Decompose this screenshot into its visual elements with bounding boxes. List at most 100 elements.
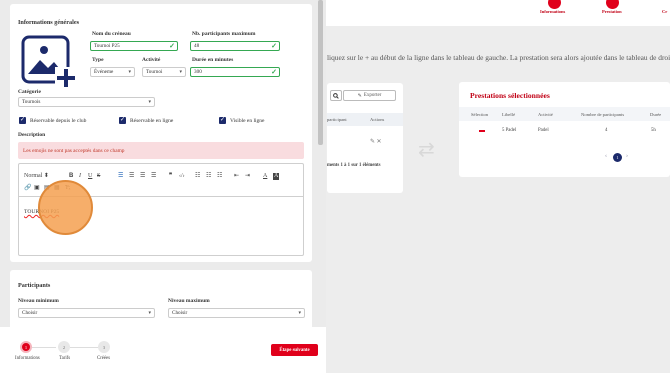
min-level-select[interactable]: Choisir ▾ xyxy=(18,308,155,318)
bookable-club-label: Réservable depuis le club xyxy=(30,117,87,124)
transfer-arrows-icon: ⇄ xyxy=(418,139,435,161)
code-icon[interactable]: ‹/› xyxy=(179,173,185,180)
add-image-icon xyxy=(21,35,77,89)
checkbox-checked-icon: ✓ xyxy=(19,117,26,124)
duration-value: 300 xyxy=(194,69,202,75)
bookable-club-checkbox[interactable]: ✓ Réservable depuis le club xyxy=(19,117,86,124)
search-icon xyxy=(333,92,339,99)
type-value: Événeme xyxy=(94,69,114,75)
activity-label: Activité xyxy=(142,57,161,63)
duration-label: Durée en minutes xyxy=(192,57,234,63)
description-label: Description xyxy=(18,132,46,138)
bg-step-label-1: Informations xyxy=(540,9,566,14)
row-action-icons[interactable]: ✎ ✕ xyxy=(370,138,382,145)
th-duree: Durée xyxy=(650,112,662,117)
background-color-icon[interactable]: A xyxy=(273,173,280,180)
td-participants: 4 xyxy=(605,128,608,133)
step-2-label: Tarifs xyxy=(59,356,71,361)
activity-select[interactable]: Tournoi ▾ xyxy=(142,67,186,77)
bg-step-dot-2 xyxy=(606,0,619,9)
participants-title: Participants xyxy=(18,282,51,289)
category-value: Tournois xyxy=(22,99,41,105)
search-button[interactable] xyxy=(330,90,342,101)
text-color-icon[interactable]: A xyxy=(263,173,267,180)
step-1-label: Informations xyxy=(15,356,40,361)
td-libelle: 5 Padel xyxy=(502,128,517,133)
description-error: Les emojis ne sont pas acceptés dans ce … xyxy=(18,142,304,159)
align-left-icon[interactable]: ☰ xyxy=(118,173,123,180)
min-level-value: Choisir xyxy=(22,310,38,316)
export-button[interactable]: ✎ Exporter xyxy=(343,90,396,101)
right-table-header xyxy=(459,107,670,121)
type-label: Type xyxy=(92,57,104,63)
type-select[interactable]: Événeme ▾ xyxy=(90,67,135,77)
step-1-circle[interactable]: 1 xyxy=(20,341,32,353)
indent-icon[interactable]: ⇥ xyxy=(245,173,250,180)
max-level-value: Choisir xyxy=(172,310,188,316)
bg-step-label-3: Cr xyxy=(662,9,668,14)
chevron-down-icon: ▾ xyxy=(179,70,182,75)
image-icon[interactable]: ▣ xyxy=(34,185,40,192)
export-label: Exporter xyxy=(363,93,382,98)
drawer-scrollbar[interactable] xyxy=(318,0,323,145)
visible-online-checkbox[interactable]: ✓ Visible en ligne xyxy=(219,117,265,124)
bookable-online-checkbox[interactable]: ✓ Réservable en ligne xyxy=(119,117,173,124)
selected-services-card: Prestations sélectionnées Sélection Libe… xyxy=(459,82,670,177)
link-icon[interactable]: 🔗 xyxy=(24,185,31,192)
participants-card: Participants Niveau minimum Choisir ▾ Ni… xyxy=(10,270,312,330)
chevron-down-icon: ▾ xyxy=(128,70,131,75)
outdent-icon[interactable]: ⇤ xyxy=(234,173,239,180)
step-3-circle[interactable]: 3 xyxy=(98,341,110,353)
max-participants-label: Nb. participants maximum xyxy=(192,31,256,37)
td-activite: Padel xyxy=(538,128,549,133)
remove-row-button[interactable] xyxy=(479,130,485,132)
max-participants-input[interactable]: 48 ✓ xyxy=(190,41,280,51)
step-3-label: Créées xyxy=(97,356,111,361)
bullet-list-icon[interactable]: ☷ xyxy=(206,173,211,180)
activity-value: Tournoi xyxy=(146,69,163,75)
duration-input[interactable]: 300 ✓ xyxy=(190,67,280,77)
quote-icon[interactable]: ❞ xyxy=(169,173,172,180)
chevron-down-icon: ▾ xyxy=(148,311,151,316)
format-select[interactable]: Normal ⬍ xyxy=(24,173,49,180)
underline-icon[interactable]: U xyxy=(88,173,92,180)
align-justify-icon[interactable]: ☰ xyxy=(151,173,156,180)
category-label: Catégorie xyxy=(18,89,41,95)
max-level-select[interactable]: Choisir ▾ xyxy=(168,308,305,318)
creation-drawer: Informations générales Nom du créneau To… xyxy=(0,0,326,373)
align-center-icon[interactable]: ☰ xyxy=(129,173,134,180)
bookable-online-label: Réservable en ligne xyxy=(130,117,174,124)
chevron-down-icon: ▾ xyxy=(148,100,151,105)
th-selection: Sélection xyxy=(471,112,489,117)
pager-page[interactable]: 1 xyxy=(613,153,622,162)
click-cursor-indicator xyxy=(38,180,93,235)
category-select[interactable]: Tournois ▾ xyxy=(18,97,155,107)
left-table-footer: ments 1 à 1 sur 1 éléments xyxy=(327,163,381,168)
ordered-list-icon[interactable]: ☷ xyxy=(195,173,200,180)
strike-icon[interactable]: S xyxy=(97,173,100,180)
italic-icon[interactable]: I xyxy=(79,173,81,180)
next-step-button[interactable]: Étape suivante xyxy=(271,344,318,356)
step-2-circle[interactable]: 2 xyxy=(58,341,70,353)
checkbox-checked-icon: ✓ xyxy=(119,117,126,124)
visible-online-label: Visible en ligne xyxy=(230,117,265,124)
slot-name-label: Nom du créneau xyxy=(92,31,131,37)
max-level-label: Niveau maximum xyxy=(168,298,210,304)
slot-name-input[interactable]: Tournoi P25 ✓ xyxy=(90,41,178,51)
stepper-line xyxy=(32,347,56,348)
general-info-title: Informations générales xyxy=(18,19,80,26)
export-icon: ✎ xyxy=(357,93,362,99)
pager-next-icon[interactable]: › xyxy=(626,153,628,159)
pager-prev-icon[interactable]: ‹ xyxy=(605,153,607,159)
valid-check-icon: ✓ xyxy=(271,68,277,76)
valid-check-icon: ✓ xyxy=(271,42,277,50)
checklist-icon[interactable]: ☷ xyxy=(217,173,222,180)
td-duree: 5h xyxy=(651,128,656,133)
align-right-icon[interactable]: ☰ xyxy=(140,173,145,180)
image-upload[interactable] xyxy=(20,34,78,89)
chevron-down-icon: ▾ xyxy=(298,311,301,316)
format-select-value: Normal xyxy=(24,173,43,179)
bold-icon[interactable]: B xyxy=(69,173,73,180)
bg-step-dot-1 xyxy=(548,0,561,9)
instruction-text: liquez sur le + au début de la ligne dan… xyxy=(327,53,670,62)
